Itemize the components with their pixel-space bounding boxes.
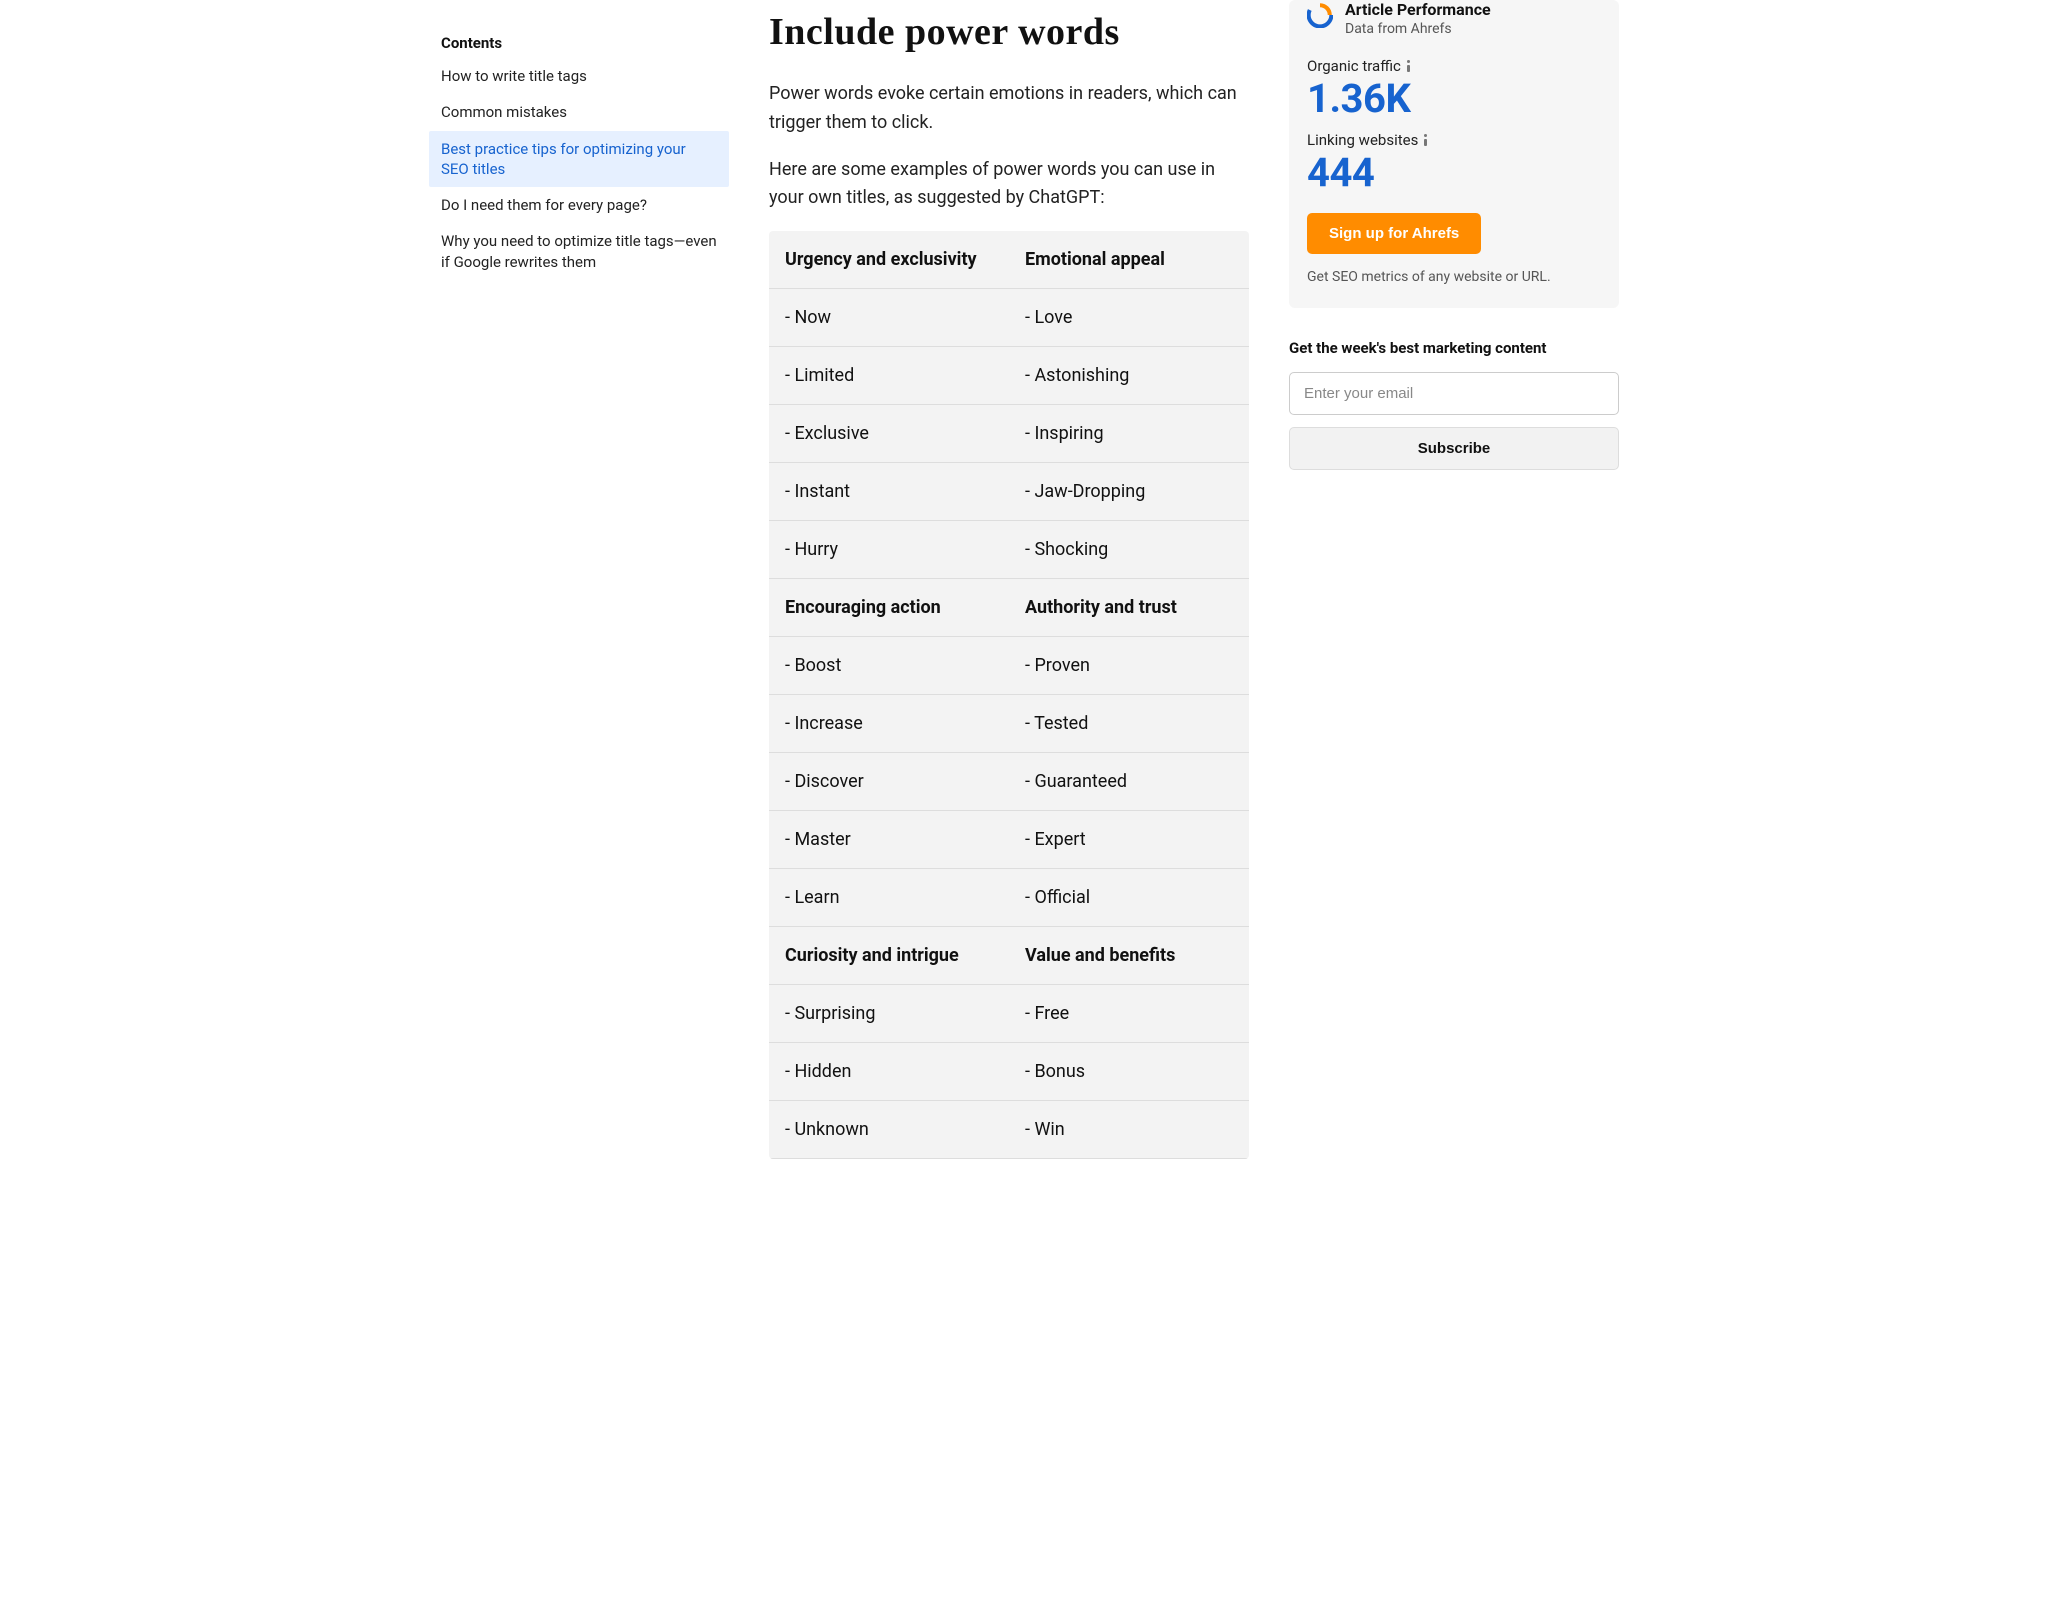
- table-cell: - Win: [1009, 1101, 1249, 1159]
- table-cell: - Jaw-Dropping: [1009, 463, 1249, 521]
- article-performance-box: Article Performance Data from Ahrefs Org…: [1289, 0, 1619, 308]
- table-cell: - Astonishing: [1009, 347, 1249, 405]
- table-cell: - Limited: [769, 347, 1009, 405]
- perf-subtitle: Data from Ahrefs: [1345, 21, 1491, 37]
- newsletter-title: Get the week's best marketing content: [1289, 338, 1619, 358]
- info-icon[interactable]: [1407, 60, 1411, 72]
- table-header: Authority and trust: [1009, 579, 1249, 637]
- table-cell: - Exclusive: [769, 405, 1009, 463]
- table-cell: - Hurry: [769, 521, 1009, 579]
- table-cell: - Inspiring: [1009, 405, 1249, 463]
- table-cell: - Hidden: [769, 1043, 1009, 1101]
- table-cell: - Unknown: [769, 1101, 1009, 1159]
- toc-item-optimize-rewrites[interactable]: Why you need to optimize title tags—even…: [429, 223, 729, 280]
- subscribe-button[interactable]: Subscribe: [1289, 427, 1619, 470]
- table-cell: - Discover: [769, 753, 1009, 811]
- table-header: Curiosity and intrigue: [769, 927, 1009, 985]
- table-cell: - Tested: [1009, 695, 1249, 753]
- table-header: Emotional appeal: [1009, 231, 1249, 289]
- toc-title: Contents: [429, 28, 729, 58]
- table-cell: - Now: [769, 289, 1009, 347]
- metric-label-text: Organic traffic: [1307, 57, 1401, 75]
- email-field[interactable]: [1289, 372, 1619, 415]
- section-heading: Include power words: [769, 10, 1249, 54]
- organic-traffic-value[interactable]: 1.36K: [1307, 77, 1601, 121]
- toc-item-best-practice[interactable]: Best practice tips for optimizing your S…: [429, 131, 729, 188]
- table-header: Encouraging action: [769, 579, 1009, 637]
- table-cell: - Official: [1009, 869, 1249, 927]
- intro-paragraph-1: Power words evoke certain emotions in re…: [769, 80, 1249, 138]
- table-cell: - Learn: [769, 869, 1009, 927]
- table-cell: - Surprising: [769, 985, 1009, 1043]
- table-cell: - Proven: [1009, 637, 1249, 695]
- toc-item-common-mistakes[interactable]: Common mistakes: [429, 94, 729, 130]
- signup-button[interactable]: Sign up for Ahrefs: [1307, 213, 1481, 254]
- table-cell: - Love: [1009, 289, 1249, 347]
- table-cell: - Increase: [769, 695, 1009, 753]
- metric-label-text: Linking websites: [1307, 131, 1418, 149]
- table-cell: - Expert: [1009, 811, 1249, 869]
- table-cell: - Bonus: [1009, 1043, 1249, 1101]
- perf-note: Get SEO metrics of any website or URL.: [1307, 268, 1601, 288]
- article-main: Include power words Power words evoke ce…: [769, 0, 1249, 1159]
- linking-websites-value[interactable]: 444: [1307, 151, 1601, 195]
- toc-item-how-to-write[interactable]: How to write title tags: [429, 58, 729, 94]
- table-cell: - Instant: [769, 463, 1009, 521]
- ahrefs-logo-icon: [1307, 2, 1333, 28]
- intro-paragraph-2: Here are some examples of power words yo…: [769, 156, 1249, 214]
- newsletter-box: Get the week's best marketing content Su…: [1289, 338, 1619, 470]
- table-cell: - Guaranteed: [1009, 753, 1249, 811]
- info-icon[interactable]: [1424, 134, 1428, 146]
- toc-item-every-page[interactable]: Do I need them for every page?: [429, 187, 729, 223]
- table-cell: - Shocking: [1009, 521, 1249, 579]
- table-cell: - Boost: [769, 637, 1009, 695]
- organic-traffic-label: Organic traffic: [1307, 57, 1601, 75]
- table-cell: - Free: [1009, 985, 1249, 1043]
- table-header: Urgency and exclusivity: [769, 231, 1009, 289]
- power-words-table: Urgency and exclusivity Emotional appeal…: [769, 231, 1249, 1159]
- table-of-contents: Contents How to write title tags Common …: [429, 0, 729, 1159]
- table-cell: - Master: [769, 811, 1009, 869]
- right-rail: Article Performance Data from Ahrefs Org…: [1289, 0, 1619, 1159]
- linking-websites-label: Linking websites: [1307, 131, 1601, 149]
- perf-title: Article Performance: [1345, 0, 1491, 19]
- table-header: Value and benefits: [1009, 927, 1249, 985]
